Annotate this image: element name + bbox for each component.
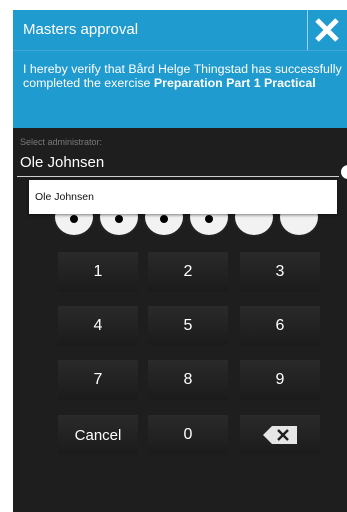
pin-dot-fill [70, 215, 78, 223]
key-7[interactable]: 7 [58, 360, 138, 400]
key-8[interactable]: 8 [148, 360, 228, 400]
verification-message: I hereby verify that Bård Helge Thingsta… [13, 50, 347, 128]
administrator-dropdown: Ole Johnsen [29, 180, 337, 214]
close-button[interactable] [307, 10, 347, 50]
cancel-button[interactable]: Cancel [58, 415, 138, 455]
key-4[interactable]: 4 [58, 306, 138, 346]
pin-dot-fill [160, 215, 168, 223]
key-6[interactable]: 6 [240, 306, 320, 346]
select-handle [341, 165, 347, 179]
key-0[interactable]: 0 [148, 415, 228, 455]
key-3[interactable]: 3 [240, 252, 320, 292]
pin-dot-fill [205, 215, 213, 223]
backspace-button[interactable] [240, 415, 320, 455]
pin-dot-fill [115, 215, 123, 223]
key-5[interactable]: 5 [148, 306, 228, 346]
dialog-title: Masters approval [23, 21, 139, 38]
administrator-select[interactable]: Select administrator: Ole Johnsen [13, 128, 347, 180]
key-9[interactable]: 9 [240, 360, 320, 400]
approval-dialog: Masters approval I hereby verify that Bå… [13, 10, 347, 512]
key-1[interactable]: 1 [58, 252, 138, 292]
key-2[interactable]: 2 [148, 252, 228, 292]
dropdown-option[interactable]: Ole Johnsen [35, 191, 94, 203]
administrator-label: Select administrator: [20, 137, 103, 147]
title-bar: Masters approval [13, 10, 347, 50]
select-underline [17, 176, 339, 177]
exercise-name: Preparation Part 1 Practical [153, 75, 316, 90]
backspace-icon [263, 426, 297, 444]
close-icon [315, 18, 339, 42]
administrator-value: Ole Johnsen [20, 154, 105, 171]
